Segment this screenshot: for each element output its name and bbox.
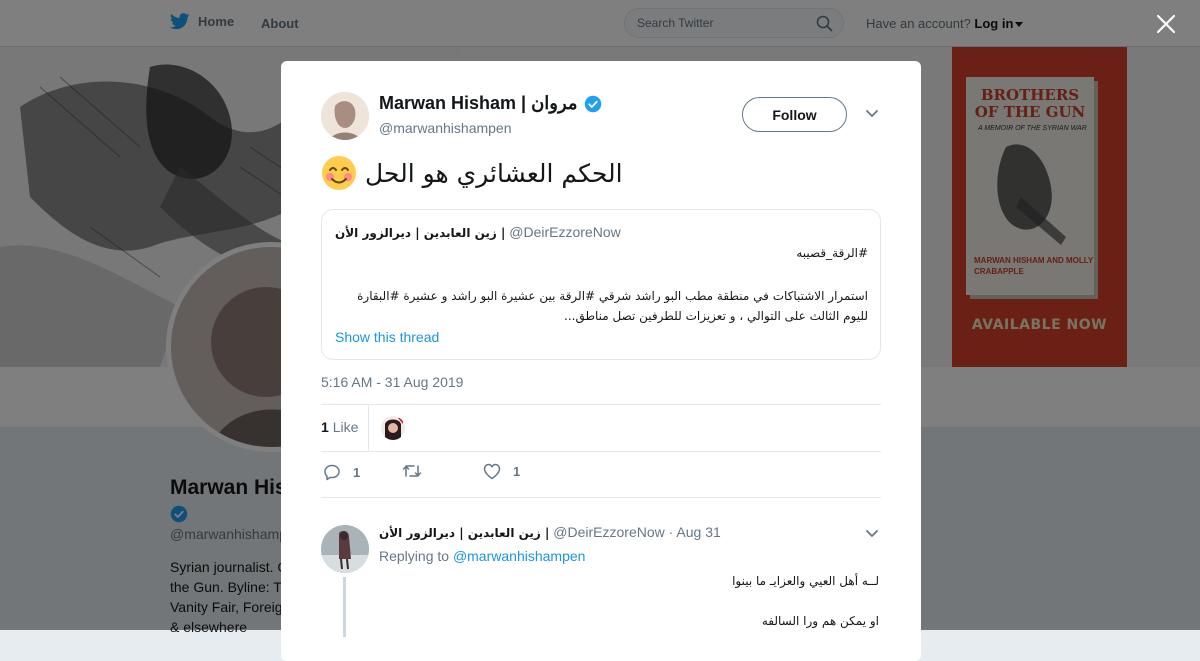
show-thread-link[interactable]: Show this thread [335,329,439,345]
smiling-face-emoji [322,156,356,190]
reply-blank-line [379,591,879,611]
quoted-tweet-header: زين العابدين | ديرالزور الأن | @DeirEzzo… [335,224,621,240]
quoted-hashtag-line: #الرقة_قصيبه [796,246,868,260]
reply-header: زين العابدين | ديرالزور الأن | @DeirEzzo… [379,524,721,540]
tweet-author-name-text: Marwan Hisham | مروان [379,93,578,113]
retweet-icon [402,465,422,477]
tweet-author-handle[interactable]: @marwanhishampen [379,120,512,136]
close-icon[interactable] [1155,13,1177,35]
reply-action[interactable]: 1 [323,463,360,481]
tweet-timestamp[interactable]: 5:16 AM - 31 Aug 2019 [321,374,463,390]
reply-date[interactable]: · Aug 31 [669,524,721,540]
follow-button[interactable]: Follow [742,97,847,132]
chevron-down-icon[interactable] [865,529,879,539]
replying-to-prefix: Replying to [379,548,450,564]
tweet-text-body: الحكم العشائري هو الحل [365,158,623,188]
thread-connector-line [343,577,346,637]
heart-icon [483,463,501,480]
divider [321,497,881,498]
likes-label: Like [332,419,359,435]
divider [321,451,881,452]
quoted-author-name: زين العابدين | ديرالزور الأن | [335,226,506,240]
retweet-action[interactable] [402,463,434,479]
verified-badge-icon [584,95,601,112]
reply-author-avatar[interactable] [321,525,369,573]
likes-count: 1 [321,419,329,435]
like-action[interactable]: 1 [483,463,520,480]
reply-icon [324,464,340,481]
like-count: 1 [513,464,521,479]
tweet-text: الحكم العشائري هو الحل [321,153,879,193]
quoted-tweet-body: استمرار الاشتباكات في منطقة مطب البو راش… [357,289,868,323]
replying-to-link[interactable]: @marwanhishampen [453,548,586,564]
tweet-author-name[interactable]: Marwan Hisham | مروان [379,93,602,114]
reply-author-handle[interactable]: @DeirEzzoreNow [553,524,664,540]
reply-line: لــه أهل العيي والعزايـ ما بينوا [732,574,879,588]
reply-line: او يمكن هم ورا السالفه [761,614,879,628]
chevron-down-icon[interactable] [865,109,879,119]
reply-body: لــه أهل العيي والعزايـ ما بينوا او يمكن… [379,571,879,631]
reply-count: 1 [353,464,361,480]
replying-to: Replying to @marwanhishampen [379,548,585,564]
likes-summary[interactable]: 1 Like [321,419,358,435]
divider [368,405,369,451]
divider [321,404,881,405]
reply-author-name[interactable]: زين العابدين | ديرالزور الأن | [379,526,549,540]
quoted-author-handle: @DeirEzzoreNow [509,224,621,240]
quoted-tweet[interactable]: زين العابدين | ديرالزور الأن | @DeirEzzo… [321,209,881,360]
tweet-modal: Marwan Hisham | مروان @marwanhishampen F… [281,61,921,661]
liker-avatar[interactable] [381,416,405,440]
tweet-author-avatar[interactable] [321,92,369,140]
